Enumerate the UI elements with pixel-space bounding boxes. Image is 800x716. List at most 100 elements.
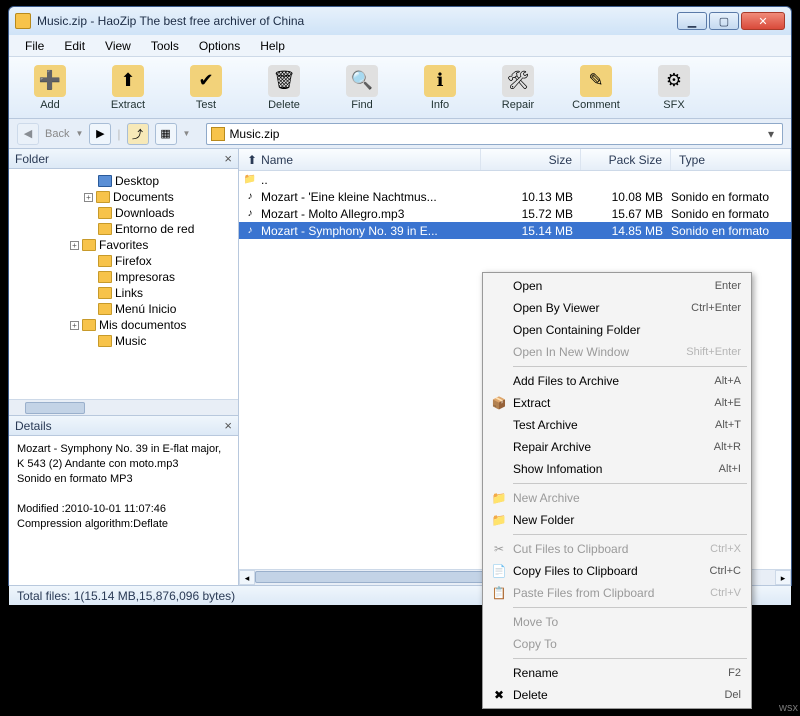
tree-expand-icon[interactable]: +	[84, 193, 93, 202]
titlebar[interactable]: Music.zip - HaoZip The best free archive…	[9, 7, 791, 35]
file-icon: ♪	[243, 207, 257, 221]
menu-help[interactable]: Help	[252, 37, 293, 55]
menu-item-new-folder[interactable]: 📁New Folder	[485, 509, 749, 531]
menu-item-repair-archive[interactable]: Repair ArchiveAlt+R	[485, 436, 749, 458]
file-row[interactable]: ♪Mozart - Symphony No. 39 in E...15.14 M…	[239, 222, 791, 239]
tree-item[interactable]: +Mis documentos	[11, 317, 236, 333]
toolbar-add-button[interactable]: ➕Add	[23, 65, 77, 111]
file-row[interactable]: ♪Mozart - 'Eine kleine Nachtmus...10.13 …	[239, 188, 791, 205]
details-pane-close-icon[interactable]: ×	[224, 418, 232, 433]
address-bar[interactable]: ▾	[206, 123, 783, 145]
shortcut: Ctrl+X	[710, 543, 741, 555]
tree-item[interactable]: Music	[11, 333, 236, 349]
view-dropdown-icon[interactable]: ▼	[183, 129, 191, 138]
sort-up-icon: ⬆	[247, 153, 257, 167]
tree-item[interactable]: +Documents	[11, 189, 236, 205]
toolbar-find-button[interactable]: 🔍Find	[335, 65, 389, 111]
menu-edit[interactable]: Edit	[56, 37, 93, 55]
scroll-left-icon[interactable]: ◂	[239, 570, 255, 585]
menu-item-open[interactable]: OpenEnter	[485, 275, 749, 297]
column-headers: ⬆Name Size Pack Size Type	[239, 149, 791, 171]
menu-item-icon: 📁	[491, 512, 507, 528]
menu-item-show-infomation[interactable]: Show InfomationAlt+I	[485, 458, 749, 480]
menu-separator	[513, 483, 747, 484]
menu-item-extract[interactable]: 📦ExtractAlt+E	[485, 392, 749, 414]
app-icon	[15, 13, 31, 29]
menu-item-rename[interactable]: RenameF2	[485, 662, 749, 684]
toolbar-repair-button[interactable]: 🛠Repair	[491, 65, 545, 111]
view-button[interactable]: ▦	[155, 123, 177, 145]
add-icon: ➕	[34, 65, 66, 97]
menu-item-open-containing-folder[interactable]: Open Containing Folder	[485, 319, 749, 341]
file-row[interactable]: ♪Mozart - Molto Allegro.mp315.72 MB15.67…	[239, 205, 791, 222]
folder-icon	[98, 175, 112, 187]
shortcut: Alt+A	[714, 375, 741, 387]
toolbar-delete-button[interactable]: 🗑Delete	[257, 65, 311, 111]
tree-hscrollbar[interactable]	[9, 399, 238, 415]
menu-separator	[513, 658, 747, 659]
shortcut: Alt+T	[715, 419, 741, 431]
menu-options[interactable]: Options	[191, 37, 248, 55]
menu-item-open-by-viewer[interactable]: Open By ViewerCtrl+Enter	[485, 297, 749, 319]
folder-tree[interactable]: Desktop+DocumentsDownloadsEntorno de red…	[9, 169, 238, 399]
folder-pane-close-icon[interactable]: ×	[224, 151, 232, 166]
toolbar-sfx-button[interactable]: ⚙SFX	[647, 65, 701, 111]
toolbar-comment-button[interactable]: ✎Comment	[569, 65, 623, 111]
toolbar-extract-button[interactable]: ⬆Extract	[101, 65, 155, 111]
folder-icon	[98, 335, 112, 347]
toolbar-test-button[interactable]: ✔Test	[179, 65, 233, 111]
col-type[interactable]: Type	[671, 149, 791, 170]
menu-item-copy-to: Copy To	[485, 633, 749, 655]
back-button[interactable]: ◀	[17, 123, 39, 145]
menu-item-cut-files-to-clipboard: ✂Cut Files to ClipboardCtrl+X	[485, 538, 749, 560]
menu-item-add-files-to-archive[interactable]: Add Files to ArchiveAlt+A	[485, 370, 749, 392]
col-name[interactable]: ⬆Name	[239, 149, 481, 170]
menu-item-icon: 📄	[491, 563, 507, 579]
col-packsize[interactable]: Pack Size	[581, 149, 671, 170]
folder-icon	[98, 287, 112, 299]
shortcut: Shift+Enter	[686, 346, 741, 358]
minimize-button[interactable]: ▁	[677, 12, 707, 30]
menu-item-icon: 📁	[491, 490, 507, 506]
address-dropdown-icon[interactable]: ▾	[764, 127, 778, 141]
file-row[interactable]: 📁..	[239, 171, 791, 188]
tree-item[interactable]: Impresoras	[11, 269, 236, 285]
tree-item[interactable]: +Favorites	[11, 237, 236, 253]
menu-item-paste-files-from-clipboard: 📋Paste Files from ClipboardCtrl+V	[485, 582, 749, 604]
back-dropdown-icon[interactable]: ▼	[75, 129, 83, 138]
details-pane-title: Details	[15, 419, 52, 433]
tree-item[interactable]: Links	[11, 285, 236, 301]
menu-tools[interactable]: Tools	[143, 37, 187, 55]
menu-item-test-archive[interactable]: Test ArchiveAlt+T	[485, 414, 749, 436]
tree-item[interactable]: Desktop	[11, 173, 236, 189]
tree-item[interactable]: Downloads	[11, 205, 236, 221]
col-size[interactable]: Size	[481, 149, 581, 170]
scroll-right-icon[interactable]: ▸	[775, 570, 791, 585]
forward-button[interactable]: ▶	[89, 123, 111, 145]
menu-view[interactable]: View	[97, 37, 139, 55]
menu-file[interactable]: File	[17, 37, 52, 55]
shortcut: Ctrl+C	[710, 565, 741, 577]
address-input[interactable]	[229, 127, 760, 141]
menu-item-new-archive: 📁New Archive	[485, 487, 749, 509]
maximize-button[interactable]: ▢	[709, 12, 739, 30]
menu-item-icon: ✂	[491, 541, 507, 557]
menu-item-icon: ✖	[491, 687, 507, 703]
folder-icon	[96, 191, 110, 203]
sfx-icon: ⚙	[658, 65, 690, 97]
tree-expand-icon[interactable]: +	[70, 241, 79, 250]
tree-item[interactable]: Firefox	[11, 253, 236, 269]
shortcut: Ctrl+V	[710, 587, 741, 599]
details-pane: Details × Mozart - Symphony No. 39 in E-…	[9, 415, 238, 585]
menu-item-copy-files-to-clipboard[interactable]: 📄Copy Files to ClipboardCtrl+C	[485, 560, 749, 582]
toolbar-info-button[interactable]: ℹInfo	[413, 65, 467, 111]
menu-item-delete[interactable]: ✖DeleteDel	[485, 684, 749, 706]
context-menu[interactable]: OpenEnterOpen By ViewerCtrl+EnterOpen Co…	[482, 272, 752, 709]
tree-item[interactable]: Entorno de red	[11, 221, 236, 237]
shortcut: Ctrl+Enter	[691, 302, 741, 314]
tree-item[interactable]: Menú Inicio	[11, 301, 236, 317]
up-button[interactable]: ⤴	[127, 123, 149, 145]
folder-icon	[98, 223, 112, 235]
tree-expand-icon[interactable]: +	[70, 321, 79, 330]
close-button[interactable]: ✕	[741, 12, 785, 30]
